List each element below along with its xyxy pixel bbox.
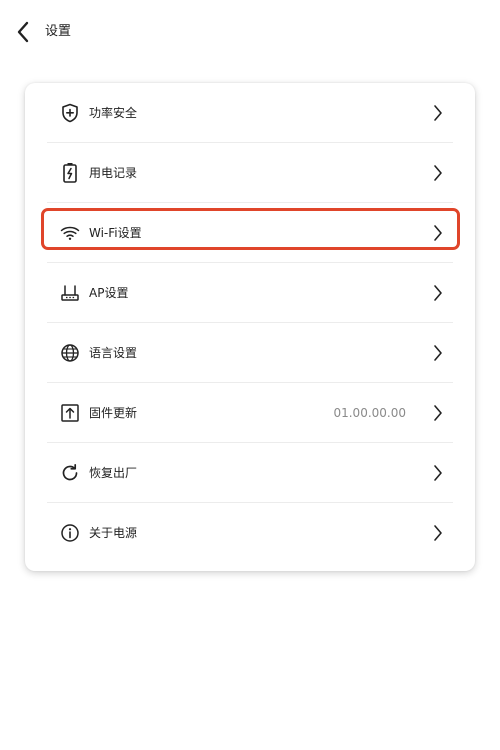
back-button[interactable] [10, 18, 36, 46]
menu-item-label: 功率安全 [89, 106, 138, 120]
globe-icon [59, 342, 81, 364]
refresh-icon [59, 462, 81, 484]
chevron-right-icon [434, 525, 442, 541]
menu-item-power-records[interactable]: 用电记录 [47, 143, 453, 203]
menu-item-about-power[interactable]: 关于电源 [47, 503, 453, 563]
chevron-right-icon [434, 165, 442, 181]
menu-item-label: Wi-Fi设置 [89, 226, 142, 240]
page-title: 设置 [45, 24, 72, 39]
menu-item-power-security[interactable]: 功率安全 [47, 83, 453, 143]
upload-box-icon [59, 402, 81, 424]
chevron-right-icon [434, 345, 442, 361]
menu-item-factory-reset[interactable]: 恢复出厂 [47, 443, 453, 503]
top-bar: 设置 [0, 0, 500, 64]
menu-item-label: 语言设置 [89, 346, 138, 360]
menu-item-label: 用电记录 [89, 166, 138, 180]
menu-item-label: 关于电源 [89, 526, 138, 540]
chevron-right-icon [434, 465, 442, 481]
router-icon [59, 282, 81, 304]
chevron-left-icon [17, 21, 29, 43]
menu-item-firmware-update[interactable]: 固件更新 01.00.00.00 [47, 383, 453, 443]
chevron-right-icon [434, 405, 442, 421]
chevron-right-icon [434, 285, 442, 301]
menu-item-language-settings[interactable]: 语言设置 [47, 323, 453, 383]
menu-item-label: 固件更新 [89, 406, 138, 420]
menu-item-wifi-settings[interactable]: Wi-Fi设置 [47, 203, 453, 263]
info-icon [59, 522, 81, 544]
menu-item-label: 恢复出厂 [89, 466, 138, 480]
battery-bolt-icon [59, 162, 81, 184]
menu-item-ap-settings[interactable]: AP设置 [47, 263, 453, 323]
firmware-version: 01.00.00.00 [333, 406, 406, 420]
chevron-right-icon [434, 105, 442, 121]
settings-card: 功率安全 用电记录 Wi-Fi设置 AP设置 语言设置 固件更新 01.00.0… [25, 83, 475, 571]
menu-item-label: AP设置 [89, 286, 129, 300]
wifi-icon [59, 222, 81, 244]
shield-plus-icon [59, 102, 81, 124]
chevron-right-icon [434, 225, 442, 241]
